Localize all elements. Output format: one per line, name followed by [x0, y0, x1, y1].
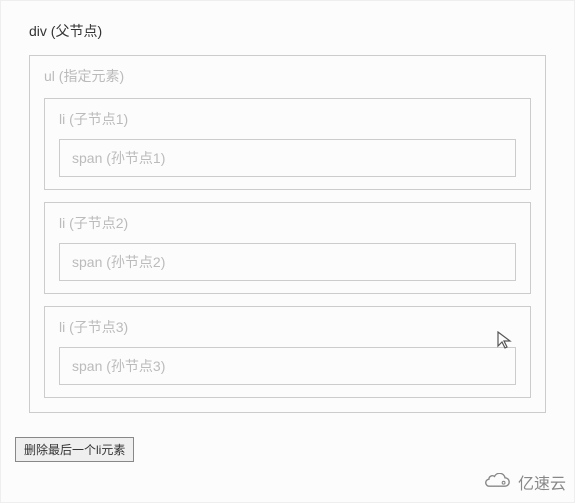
remove-last-li-button[interactable]: 删除最后一个li元素 [15, 437, 134, 462]
li-child-node-3: li (子节点3) span (孙节点3) [44, 306, 531, 398]
span-label: span (孙节点1) [72, 148, 503, 168]
li-label: li (子节点1) [59, 109, 516, 129]
li-label: li (子节点2) [59, 213, 516, 233]
span-grandchild-node-2: span (孙节点2) [59, 243, 516, 281]
li-label: li (子节点3) [59, 317, 516, 337]
cloud-icon [484, 473, 512, 491]
watermark: 亿速云 [484, 470, 566, 494]
span-grandchild-node-1: span (孙节点1) [59, 139, 516, 177]
div-parent-node: div (父节点) ul (指定元素) li (子节点1) span (孙节点1… [15, 11, 560, 427]
span-grandchild-node-3: span (孙节点3) [59, 347, 516, 385]
watermark-text: 亿速云 [518, 470, 566, 494]
span-label: span (孙节点3) [72, 356, 503, 376]
button-row: 删除最后一个li元素 [15, 437, 560, 462]
ul-specified-element: ul (指定元素) li (子节点1) span (孙节点1) li (子节点2… [29, 55, 546, 413]
page-wrapper: div (父节点) ul (指定元素) li (子节点1) span (孙节点1… [0, 0, 575, 503]
li-child-node-2: li (子节点2) span (孙节点2) [44, 202, 531, 294]
ul-label: ul (指定元素) [44, 66, 531, 86]
div-label: div (父节点) [29, 21, 546, 41]
span-label: span (孙节点2) [72, 252, 503, 272]
li-child-node-1: li (子节点1) span (孙节点1) [44, 98, 531, 190]
